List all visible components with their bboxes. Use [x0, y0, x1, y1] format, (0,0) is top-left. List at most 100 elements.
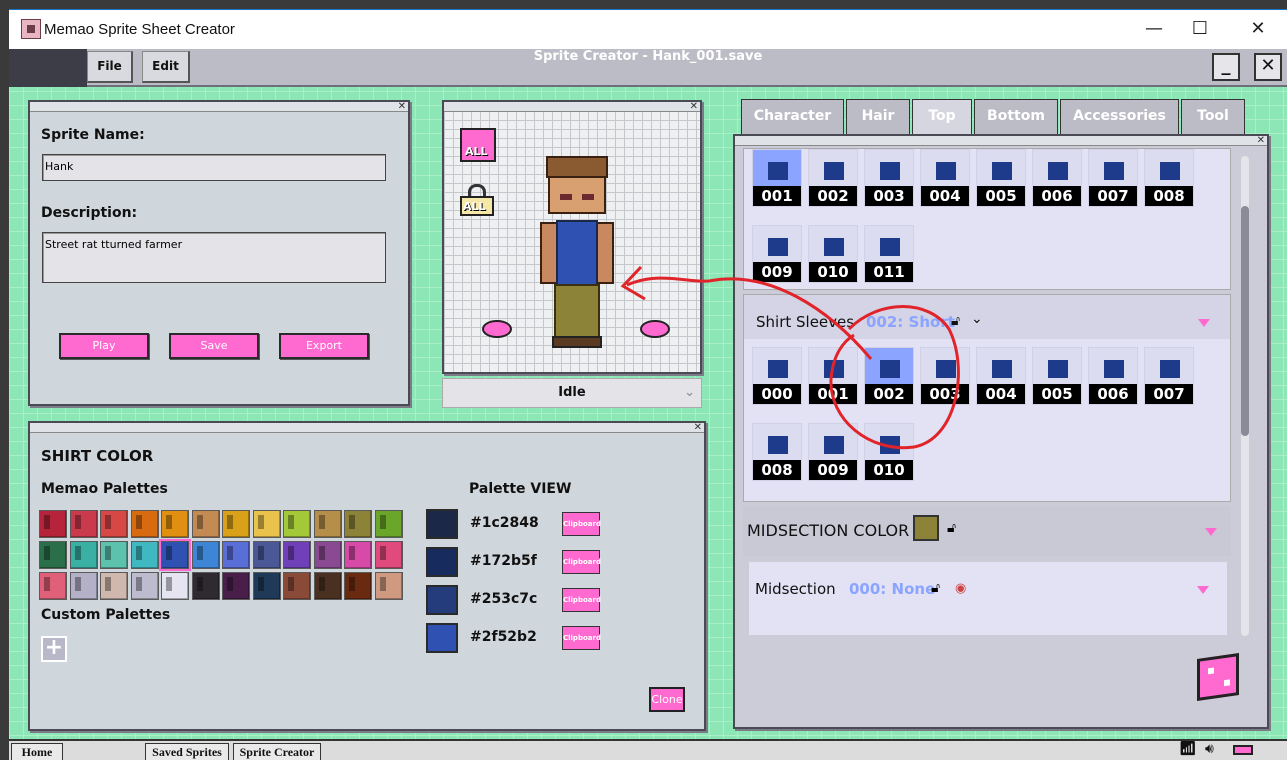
- palette-swatch[interactable]: [161, 510, 189, 538]
- shirt-item[interactable]: 005: [976, 149, 1026, 207]
- shirt-item[interactable]: 003: [864, 149, 914, 207]
- window-maximize-button[interactable]: ☐: [1185, 18, 1215, 40]
- favorite-icon[interactable]: [1197, 586, 1209, 594]
- tab-character[interactable]: Character: [741, 99, 844, 134]
- random-dice-icon[interactable]: [1197, 653, 1239, 701]
- palette-swatch[interactable]: [100, 510, 128, 538]
- shirt-item[interactable]: 004: [920, 149, 970, 207]
- chevron-down-icon[interactable]: ⌄: [971, 311, 983, 327]
- next-frame-button[interactable]: [640, 320, 670, 338]
- paint-all-icon[interactable]: ALL: [460, 128, 496, 162]
- copy-to-clipboard-button[interactable]: Clipboard: [562, 550, 601, 574]
- sprite-creator-taskbar-button[interactable]: Sprite Creator: [233, 743, 321, 760]
- sleeve-item[interactable]: 004: [976, 347, 1026, 405]
- sleeve-item[interactable]: 009: [808, 423, 858, 481]
- file-menu-button[interactable]: File: [87, 51, 133, 83]
- sleeve-item[interactable]: 002: [864, 347, 914, 405]
- midsection-color-swatch[interactable]: [913, 515, 939, 541]
- sprite-name-input[interactable]: Hank: [42, 154, 386, 181]
- clone-button[interactable]: Clone: [649, 687, 685, 712]
- sleeve-item[interactable]: 005: [1032, 347, 1082, 405]
- palette-swatch[interactable]: [222, 541, 250, 569]
- palette-swatch[interactable]: [222, 572, 250, 600]
- lock-icon[interactable]: 🔓︎: [951, 313, 960, 329]
- shirt-item[interactable]: 002: [808, 149, 858, 207]
- palette-swatch[interactable]: [313, 510, 342, 538]
- export-button[interactable]: Export: [279, 333, 369, 359]
- tab-top[interactable]: Top: [912, 99, 972, 134]
- palette-swatch[interactable]: [161, 572, 189, 600]
- palette-swatch[interactable]: [130, 510, 159, 538]
- volume-icon[interactable]: 🔊︎: [1205, 741, 1214, 757]
- sleeve-item[interactable]: 007: [1144, 347, 1194, 405]
- shirt-item[interactable]: 007: [1088, 149, 1138, 207]
- lock-all-icon[interactable]: ALL: [460, 184, 496, 220]
- copy-to-clipboard-button[interactable]: Clipboard: [562, 512, 601, 536]
- palette-swatch[interactable]: [374, 541, 403, 569]
- palette-swatch[interactable]: [374, 510, 403, 538]
- sleeve-item[interactable]: 010: [864, 423, 914, 481]
- palette-swatch[interactable]: [159, 539, 191, 571]
- palette-swatch[interactable]: [100, 541, 128, 569]
- home-taskbar-button[interactable]: Home: [11, 743, 63, 760]
- favorite-icon[interactable]: [1205, 528, 1217, 536]
- palette-swatch[interactable]: [252, 572, 281, 600]
- saved-sprites-taskbar-button[interactable]: Saved Sprites: [145, 743, 229, 760]
- tab-bottom[interactable]: Bottom: [974, 99, 1058, 134]
- scrollbar-thumb[interactable]: [1241, 206, 1249, 436]
- palette-swatch[interactable]: [313, 541, 342, 569]
- eye-icon[interactable]: ◉: [955, 581, 966, 596]
- palette-swatch[interactable]: [100, 572, 128, 600]
- palette-swatch[interactable]: [252, 510, 281, 538]
- shirt-item[interactable]: 008: [1144, 149, 1194, 207]
- tab-tool[interactable]: Tool: [1181, 99, 1245, 134]
- shirt-item[interactable]: 001: [752, 149, 802, 207]
- tab-accessories[interactable]: Accessories: [1060, 99, 1179, 134]
- palette-swatch[interactable]: [313, 572, 342, 600]
- edit-menu-button[interactable]: Edit: [142, 51, 190, 83]
- palette-swatch[interactable]: [222, 510, 250, 538]
- palette-swatch[interactable]: [191, 510, 220, 538]
- play-button[interactable]: Play: [59, 333, 149, 359]
- copy-to-clipboard-button[interactable]: Clipboard: [562, 626, 601, 650]
- palette-swatch[interactable]: [191, 541, 220, 569]
- scrollbar[interactable]: [1241, 156, 1249, 636]
- wifi-icon[interactable]: 📶︎: [1179, 741, 1197, 757]
- sleeve-item[interactable]: 006: [1088, 347, 1138, 405]
- previous-frame-button[interactable]: [482, 320, 512, 338]
- palette-swatch[interactable]: [39, 510, 67, 538]
- window-minimize-button[interactable]: —: [1139, 18, 1169, 40]
- app-minimize-button[interactable]: _: [1212, 53, 1240, 81]
- lock-icon[interactable]: 🔓︎: [931, 580, 940, 596]
- panel-close-icon[interactable]: ✕: [694, 422, 702, 433]
- palette-swatch[interactable]: [344, 541, 372, 569]
- copy-to-clipboard-button[interactable]: Clipboard: [562, 588, 601, 612]
- window-close-button[interactable]: ✕: [1243, 18, 1273, 40]
- add-palette-icon[interactable]: +: [41, 636, 67, 662]
- palette-swatch[interactable]: [344, 572, 372, 600]
- palette-swatch[interactable]: [374, 572, 403, 600]
- shirt-item[interactable]: 010: [808, 225, 858, 283]
- shirt-item[interactable]: 006: [1032, 149, 1082, 207]
- sleeve-item[interactable]: 001: [808, 347, 858, 405]
- sleeve-item[interactable]: 000: [752, 347, 802, 405]
- shirt-item[interactable]: 009: [752, 225, 802, 283]
- palette-swatch[interactable]: [283, 510, 311, 538]
- palette-swatch[interactable]: [69, 572, 98, 600]
- palette-swatch[interactable]: [130, 541, 159, 569]
- panel-close-icon[interactable]: ✕: [1257, 135, 1265, 146]
- palette-swatch[interactable]: [252, 541, 281, 569]
- save-button[interactable]: Save: [169, 333, 259, 359]
- animation-select[interactable]: Idle ⌄: [442, 378, 702, 408]
- sleeve-item[interactable]: 003: [920, 347, 970, 405]
- shirt-item[interactable]: 011: [864, 225, 914, 283]
- app-close-button[interactable]: ✕: [1254, 53, 1282, 81]
- palette-swatch[interactable]: [191, 572, 220, 600]
- tab-hair[interactable]: Hair: [846, 99, 910, 134]
- panel-close-icon[interactable]: ✕: [398, 101, 406, 112]
- description-input[interactable]: Street rat tturned farmer: [42, 232, 386, 283]
- panel-close-icon[interactable]: ✕: [690, 101, 698, 112]
- lock-icon[interactable]: 🔓︎: [947, 520, 956, 536]
- palette-swatch[interactable]: [283, 541, 311, 569]
- sleeve-item[interactable]: 008: [752, 423, 802, 481]
